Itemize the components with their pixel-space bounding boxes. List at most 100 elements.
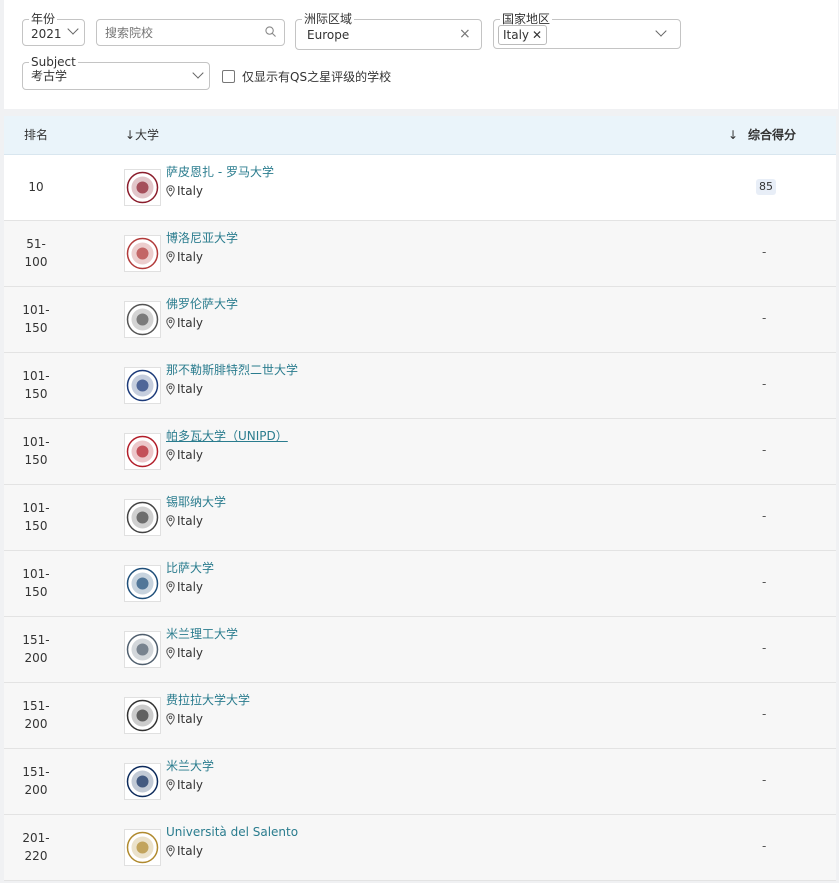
header-university[interactable]: ↓大学 bbox=[125, 128, 159, 142]
rank-value: 10 bbox=[28, 180, 44, 194]
rank-value: 101- 150 bbox=[22, 435, 50, 467]
subject-select[interactable]: Subject 考古学 bbox=[22, 55, 210, 90]
year-label: 年份 bbox=[29, 12, 58, 26]
location-text: Italy bbox=[177, 184, 204, 198]
clear-region-icon[interactable]: × bbox=[459, 26, 471, 42]
location-pin-icon bbox=[166, 515, 175, 527]
university-logo[interactable] bbox=[124, 301, 161, 338]
chevron-down-icon[interactable] bbox=[655, 25, 667, 37]
table-row[interactable]: 151- 200 米兰大学 Italy - bbox=[4, 749, 836, 815]
university-logo[interactable] bbox=[124, 499, 161, 536]
location-pin-icon bbox=[166, 647, 175, 659]
overall-score: - bbox=[762, 773, 767, 787]
sort-arrow-icon[interactable]: ↓ bbox=[728, 128, 738, 142]
search-input[interactable] bbox=[105, 25, 255, 41]
table-row[interactable]: 101- 150 那不勒斯腓特烈二世大学 Italy - bbox=[4, 353, 836, 419]
location: Italy bbox=[166, 250, 203, 264]
university-logo[interactable] bbox=[124, 631, 161, 668]
country-select[interactable]: 国家地区 Italy ✕ bbox=[493, 12, 681, 49]
university-logo[interactable] bbox=[124, 763, 161, 800]
overall-score: - bbox=[762, 377, 767, 391]
university-name-link[interactable]: 锡耶纳大学 bbox=[166, 495, 226, 509]
location-text: Italy bbox=[177, 712, 204, 726]
location: Italy bbox=[166, 844, 203, 858]
university-name-link[interactable]: 费拉拉大学大学 bbox=[166, 693, 250, 707]
subject-label: Subject bbox=[29, 55, 78, 69]
rank-value: 201- 220 bbox=[22, 831, 50, 863]
location-text: Italy bbox=[177, 382, 204, 396]
university-logo[interactable] bbox=[124, 829, 161, 866]
rankings-table: 排名 ↓大学 ↓ 综合得分 10 萨皮恩扎 - 罗马大学 Italy 85 51- 100… bbox=[4, 116, 836, 881]
location-text: Italy bbox=[177, 250, 204, 264]
location-pin-icon bbox=[166, 779, 175, 791]
location-pin-icon bbox=[166, 317, 175, 329]
university-name-link[interactable]: Università del Salento bbox=[166, 825, 298, 839]
table-row[interactable]: 51- 100 博洛尼亚大学 Italy - bbox=[4, 221, 836, 287]
location-pin-icon bbox=[166, 449, 175, 461]
table-row[interactable]: 101- 150 帕多瓦大学（UNIPD） Italy - bbox=[4, 419, 836, 485]
search-field[interactable] bbox=[96, 19, 285, 46]
country-chip[interactable]: Italy ✕ bbox=[498, 25, 548, 45]
rank-value: 151- 200 bbox=[22, 633, 50, 665]
rank-value: 151- 200 bbox=[22, 765, 50, 797]
table-body: 10 萨皮恩扎 - 罗马大学 Italy 85 51- 100 博洛尼亚大学 Italy -10… bbox=[4, 155, 836, 881]
region-select[interactable]: 洲际区域 Europe × bbox=[295, 12, 482, 50]
rank-value: 101- 150 bbox=[22, 303, 50, 335]
overall-score: - bbox=[762, 641, 767, 655]
university-logo[interactable] bbox=[124, 697, 161, 734]
location-pin-icon bbox=[166, 185, 175, 197]
header-rank[interactable]: 排名 bbox=[24, 128, 48, 142]
table-row[interactable]: 101- 150 比萨大学 Italy - bbox=[4, 551, 836, 617]
table-row[interactable]: 151- 200 米兰理工大学 Italy - bbox=[4, 617, 836, 683]
rank-value: 151- 200 bbox=[22, 699, 50, 731]
location: Italy bbox=[166, 778, 203, 792]
chevron-down-icon bbox=[192, 67, 204, 79]
overall-score: - bbox=[762, 575, 767, 589]
country-chip-label: Italy bbox=[503, 28, 530, 42]
university-logo[interactable] bbox=[124, 235, 161, 272]
location-text: Italy bbox=[177, 646, 204, 660]
rank-value: 101- 150 bbox=[22, 369, 50, 401]
qs-stars-checkbox[interactable] bbox=[222, 70, 235, 83]
university-name-link[interactable]: 比萨大学 bbox=[166, 561, 214, 575]
location-text: Italy bbox=[177, 448, 204, 462]
university-name-link[interactable]: 博洛尼亚大学 bbox=[166, 231, 238, 245]
year-select[interactable]: 年份 2021 bbox=[22, 12, 85, 46]
table-row[interactable]: 10 萨皮恩扎 - 罗马大学 Italy 85 bbox=[4, 155, 836, 221]
location: Italy bbox=[166, 580, 203, 594]
university-logo[interactable] bbox=[124, 169, 161, 206]
location-text: Italy bbox=[177, 316, 204, 330]
search-icon[interactable] bbox=[265, 26, 276, 37]
overall-score: 85 bbox=[756, 179, 776, 195]
university-name-link[interactable]: 萨皮恩扎 - 罗马大学 bbox=[166, 165, 274, 179]
country-label: 国家地区 bbox=[500, 12, 553, 26]
university-logo[interactable] bbox=[124, 367, 161, 404]
location-pin-icon bbox=[166, 713, 175, 725]
university-logo[interactable] bbox=[124, 565, 161, 602]
region-label: 洲际区域 bbox=[302, 12, 355, 26]
university-name-link[interactable]: 帕多瓦大学（UNIPD） bbox=[166, 429, 288, 443]
location-text: Italy bbox=[177, 580, 204, 594]
overall-score: - bbox=[762, 245, 767, 259]
university-name-link[interactable]: 米兰大学 bbox=[166, 759, 214, 773]
table-row[interactable]: 151- 200 费拉拉大学大学 Italy - bbox=[4, 683, 836, 749]
year-value: 2021 bbox=[31, 27, 62, 41]
table-row[interactable]: 101- 150 佛罗伦萨大学 Italy - bbox=[4, 287, 836, 353]
location-pin-icon bbox=[166, 581, 175, 593]
university-name-link[interactable]: 米兰理工大学 bbox=[166, 627, 238, 641]
university-logo[interactable] bbox=[124, 433, 161, 470]
table-row[interactable]: 101- 150 锡耶纳大学 Italy - bbox=[4, 485, 836, 551]
university-name-link[interactable]: 佛罗伦萨大学 bbox=[166, 297, 238, 311]
remove-chip-icon[interactable]: ✕ bbox=[532, 28, 542, 42]
location: Italy bbox=[166, 316, 203, 330]
location: Italy bbox=[166, 448, 203, 462]
university-name-link[interactable]: 那不勒斯腓特烈二世大学 bbox=[166, 363, 298, 377]
table-header: 排名 ↓大学 ↓ 综合得分 bbox=[4, 116, 836, 155]
table-row[interactable]: 201- 220 Università del Salento Italy - bbox=[4, 815, 836, 881]
chevron-down-icon bbox=[67, 23, 79, 35]
region-value: Europe bbox=[307, 28, 350, 42]
header-score[interactable]: 综合得分 bbox=[748, 128, 796, 142]
location: Italy bbox=[166, 184, 203, 198]
rank-value: 101- 150 bbox=[22, 567, 50, 599]
location-pin-icon bbox=[166, 845, 175, 857]
